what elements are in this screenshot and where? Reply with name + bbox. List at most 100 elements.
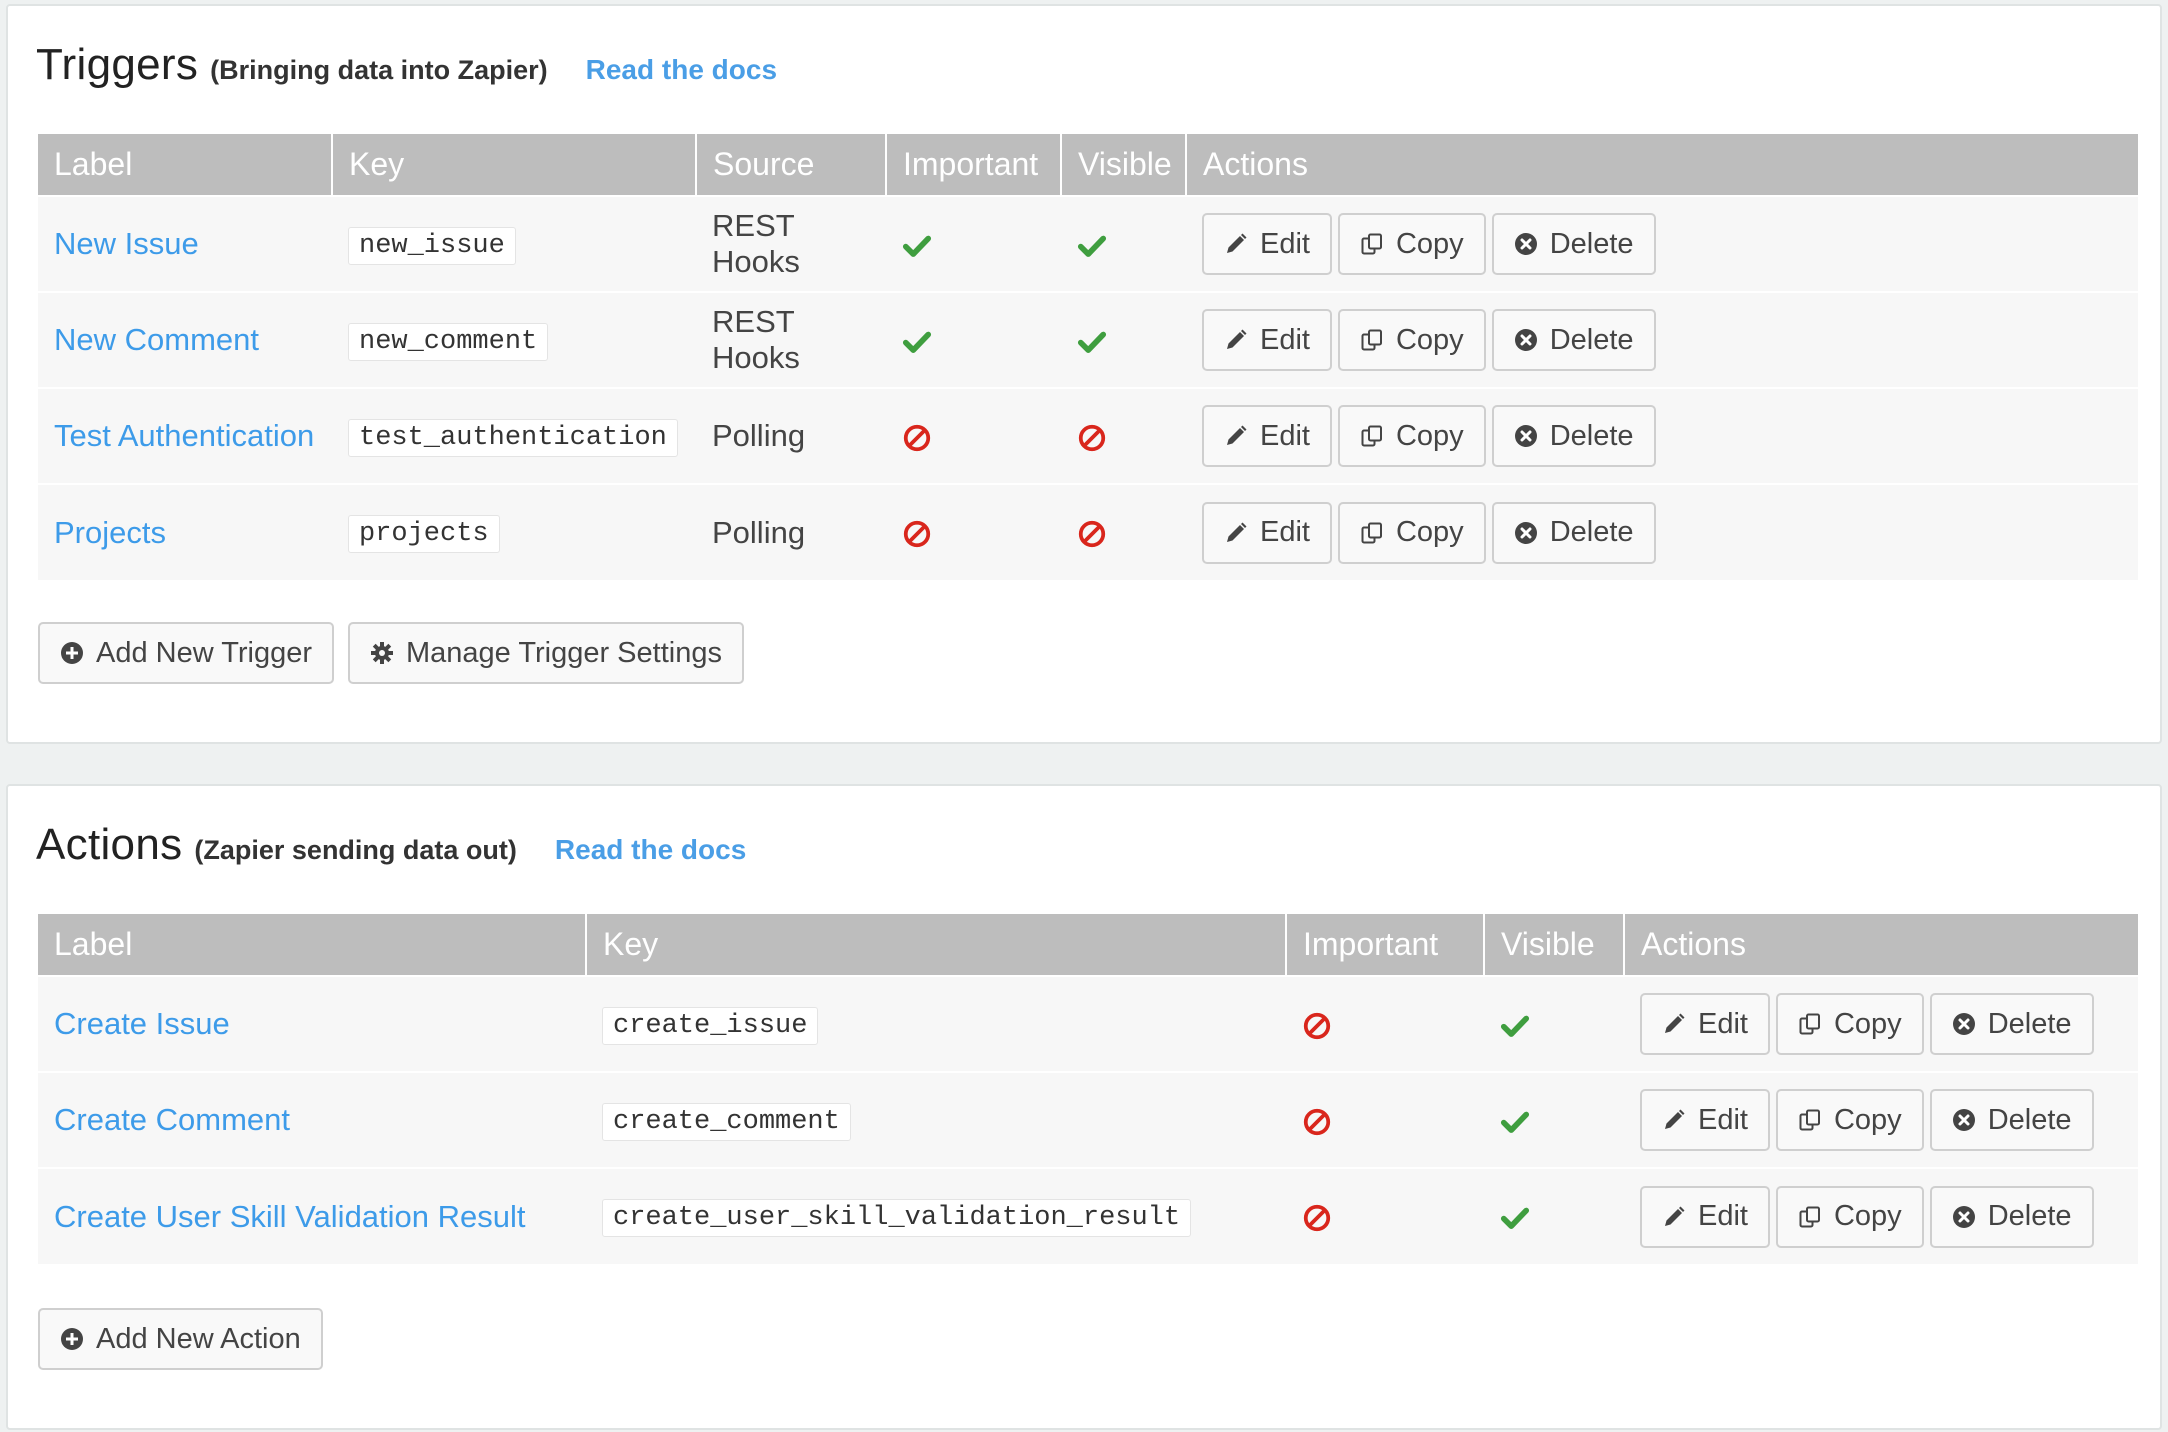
ban-icon — [1302, 1199, 1332, 1234]
plus-circle-icon — [60, 1327, 84, 1351]
row-label-link[interactable]: Projects — [54, 515, 166, 550]
delete-button[interactable]: Delete — [1491, 309, 1656, 371]
source-cell: REST Hooks — [696, 195, 886, 292]
triggers-docs-link[interactable]: Read the docs — [586, 54, 777, 86]
add-new-action-label: Add New Action — [96, 1322, 301, 1355]
copy-button[interactable]: Copy — [1337, 501, 1486, 564]
times-circle-icon — [1514, 521, 1538, 545]
edit-button[interactable]: Edit — [1202, 213, 1332, 275]
delete-button[interactable]: Delete — [1491, 405, 1656, 467]
row-actions: Edit Copy Delete — [1640, 1089, 2122, 1151]
label-cell: Create Issue — [38, 975, 586, 1072]
pencil-icon — [1224, 521, 1248, 545]
column-header-actions: Actions — [1185, 134, 2138, 196]
table-row: Create Comment create_comment Edit Copy Dele… — [38, 1071, 2138, 1168]
times-circle-icon — [1514, 424, 1538, 448]
important-cell — [1286, 975, 1484, 1072]
triggers-panel: Triggers (Bringing data into Zapier) Rea… — [6, 4, 2162, 744]
source-cell: REST Hooks — [696, 291, 886, 388]
triggers-table: Label Key Source Important Visible Actio… — [38, 134, 2138, 580]
delete-button[interactable]: Delete — [1491, 501, 1656, 564]
copy-button[interactable]: Copy — [1337, 405, 1486, 467]
actions-table: Label Key Important Visible Actions Crea… — [38, 914, 2138, 1264]
delete-label: Delete — [1549, 227, 1634, 260]
edit-label: Edit — [1698, 1007, 1748, 1040]
column-header-key: Key — [331, 134, 696, 196]
row-key: create_comment — [602, 1102, 851, 1141]
copy-icon — [1360, 424, 1384, 448]
label-cell: Test Authentication — [38, 387, 332, 484]
row-actions: Edit Copy Delete — [1202, 213, 2122, 275]
delete-label: Delete — [1987, 1007, 2072, 1040]
row-key: test_authentication — [348, 418, 678, 457]
pencil-icon — [1662, 1108, 1686, 1132]
times-circle-icon — [1514, 328, 1538, 352]
ban-icon — [1077, 515, 1107, 550]
triggers-table-header: Label Key Source Important Visible Actio… — [38, 134, 2138, 196]
label-cell: New Issue — [38, 195, 332, 292]
copy-label: Copy — [1395, 227, 1464, 260]
copy-button[interactable]: Copy — [1775, 1185, 1924, 1248]
visible-cell — [1484, 1167, 1624, 1264]
copy-label: Copy — [1833, 1007, 1902, 1040]
edit-label: Edit — [1260, 516, 1310, 548]
add-new-action-button[interactable]: Add New Action — [38, 1308, 323, 1370]
row-actions-cell: Edit Copy Delete — [1186, 387, 2138, 484]
table-row: New Issue new_issue REST Hooks Edit Copy Dele… — [38, 195, 2138, 292]
row-label-link[interactable]: Create User Skill Validation Result — [54, 1199, 526, 1234]
edit-label: Edit — [1260, 227, 1310, 260]
row-label-link[interactable]: New Comment — [54, 322, 259, 357]
delete-button[interactable]: Delete — [1929, 1089, 2094, 1151]
triggers-header: Triggers (Bringing data into Zapier) Rea… — [36, 40, 777, 90]
copy-button[interactable]: Copy — [1775, 1089, 1924, 1151]
copy-icon — [1360, 232, 1384, 256]
actions-subtitle: (Zapier sending data out) — [194, 835, 517, 865]
row-label-link[interactable]: Create Issue — [54, 1006, 230, 1041]
table-row: New Comment new_comment REST Hooks Edit Copy… — [38, 291, 2138, 388]
manage-trigger-settings-label: Manage Trigger Settings — [406, 636, 722, 669]
copy-button[interactable]: Copy — [1337, 213, 1486, 275]
add-new-trigger-button[interactable]: Add New Trigger — [38, 622, 334, 684]
delete-label: Delete — [1987, 1200, 2072, 1232]
row-label-link[interactable]: Test Authentication — [54, 418, 314, 453]
copy-button[interactable]: Copy — [1775, 993, 1924, 1055]
delete-button[interactable]: Delete — [1929, 993, 2094, 1055]
ban-icon — [1077, 418, 1107, 453]
edit-button[interactable]: Edit — [1202, 405, 1332, 467]
table-row: Projects projects Polling Edit Copy Delete — [38, 483, 2138, 580]
label-cell: Create User Skill Validation Result — [38, 1167, 586, 1264]
copy-label: Copy — [1395, 419, 1464, 452]
edit-button[interactable]: Edit — [1202, 501, 1332, 564]
visible-cell — [1061, 387, 1186, 484]
actions-docs-link[interactable]: Read the docs — [555, 834, 746, 866]
manage-trigger-settings-button[interactable]: Manage Trigger Settings — [348, 622, 744, 684]
column-header-key: Key — [585, 914, 1286, 976]
important-cell — [886, 387, 1061, 484]
edit-button[interactable]: Edit — [1640, 1089, 1770, 1151]
row-label-link[interactable]: Create Comment — [54, 1102, 290, 1137]
ban-icon — [1302, 1006, 1332, 1041]
delete-button[interactable]: Delete — [1491, 213, 1656, 275]
edit-button[interactable]: Edit — [1202, 309, 1332, 371]
ban-icon — [1302, 1102, 1332, 1137]
check-icon — [902, 322, 932, 357]
key-cell: new_comment — [332, 291, 696, 388]
column-header-label: Label — [38, 134, 332, 196]
row-actions: Edit Copy Delete — [1640, 993, 2122, 1055]
delete-button[interactable]: Delete — [1929, 1185, 2094, 1248]
edit-button[interactable]: Edit — [1640, 1185, 1770, 1248]
check-icon — [902, 226, 932, 261]
copy-button[interactable]: Copy — [1337, 309, 1486, 371]
pencil-icon — [1662, 1205, 1686, 1229]
column-header-label: Label — [38, 914, 586, 976]
edit-button[interactable]: Edit — [1640, 993, 1770, 1055]
copy-icon — [1798, 1012, 1822, 1036]
copy-label: Copy — [1833, 1200, 1902, 1232]
actions-table-header: Label Key Important Visible Actions — [38, 914, 2138, 976]
pencil-icon — [1224, 424, 1248, 448]
row-label-link[interactable]: New Issue — [54, 226, 199, 261]
table-row: Test Authentication test_authentication Po… — [38, 387, 2138, 484]
key-cell: create_issue — [586, 975, 1286, 1072]
label-cell: New Comment — [38, 291, 332, 388]
row-actions-cell: Edit Copy Delete — [1186, 291, 2138, 388]
